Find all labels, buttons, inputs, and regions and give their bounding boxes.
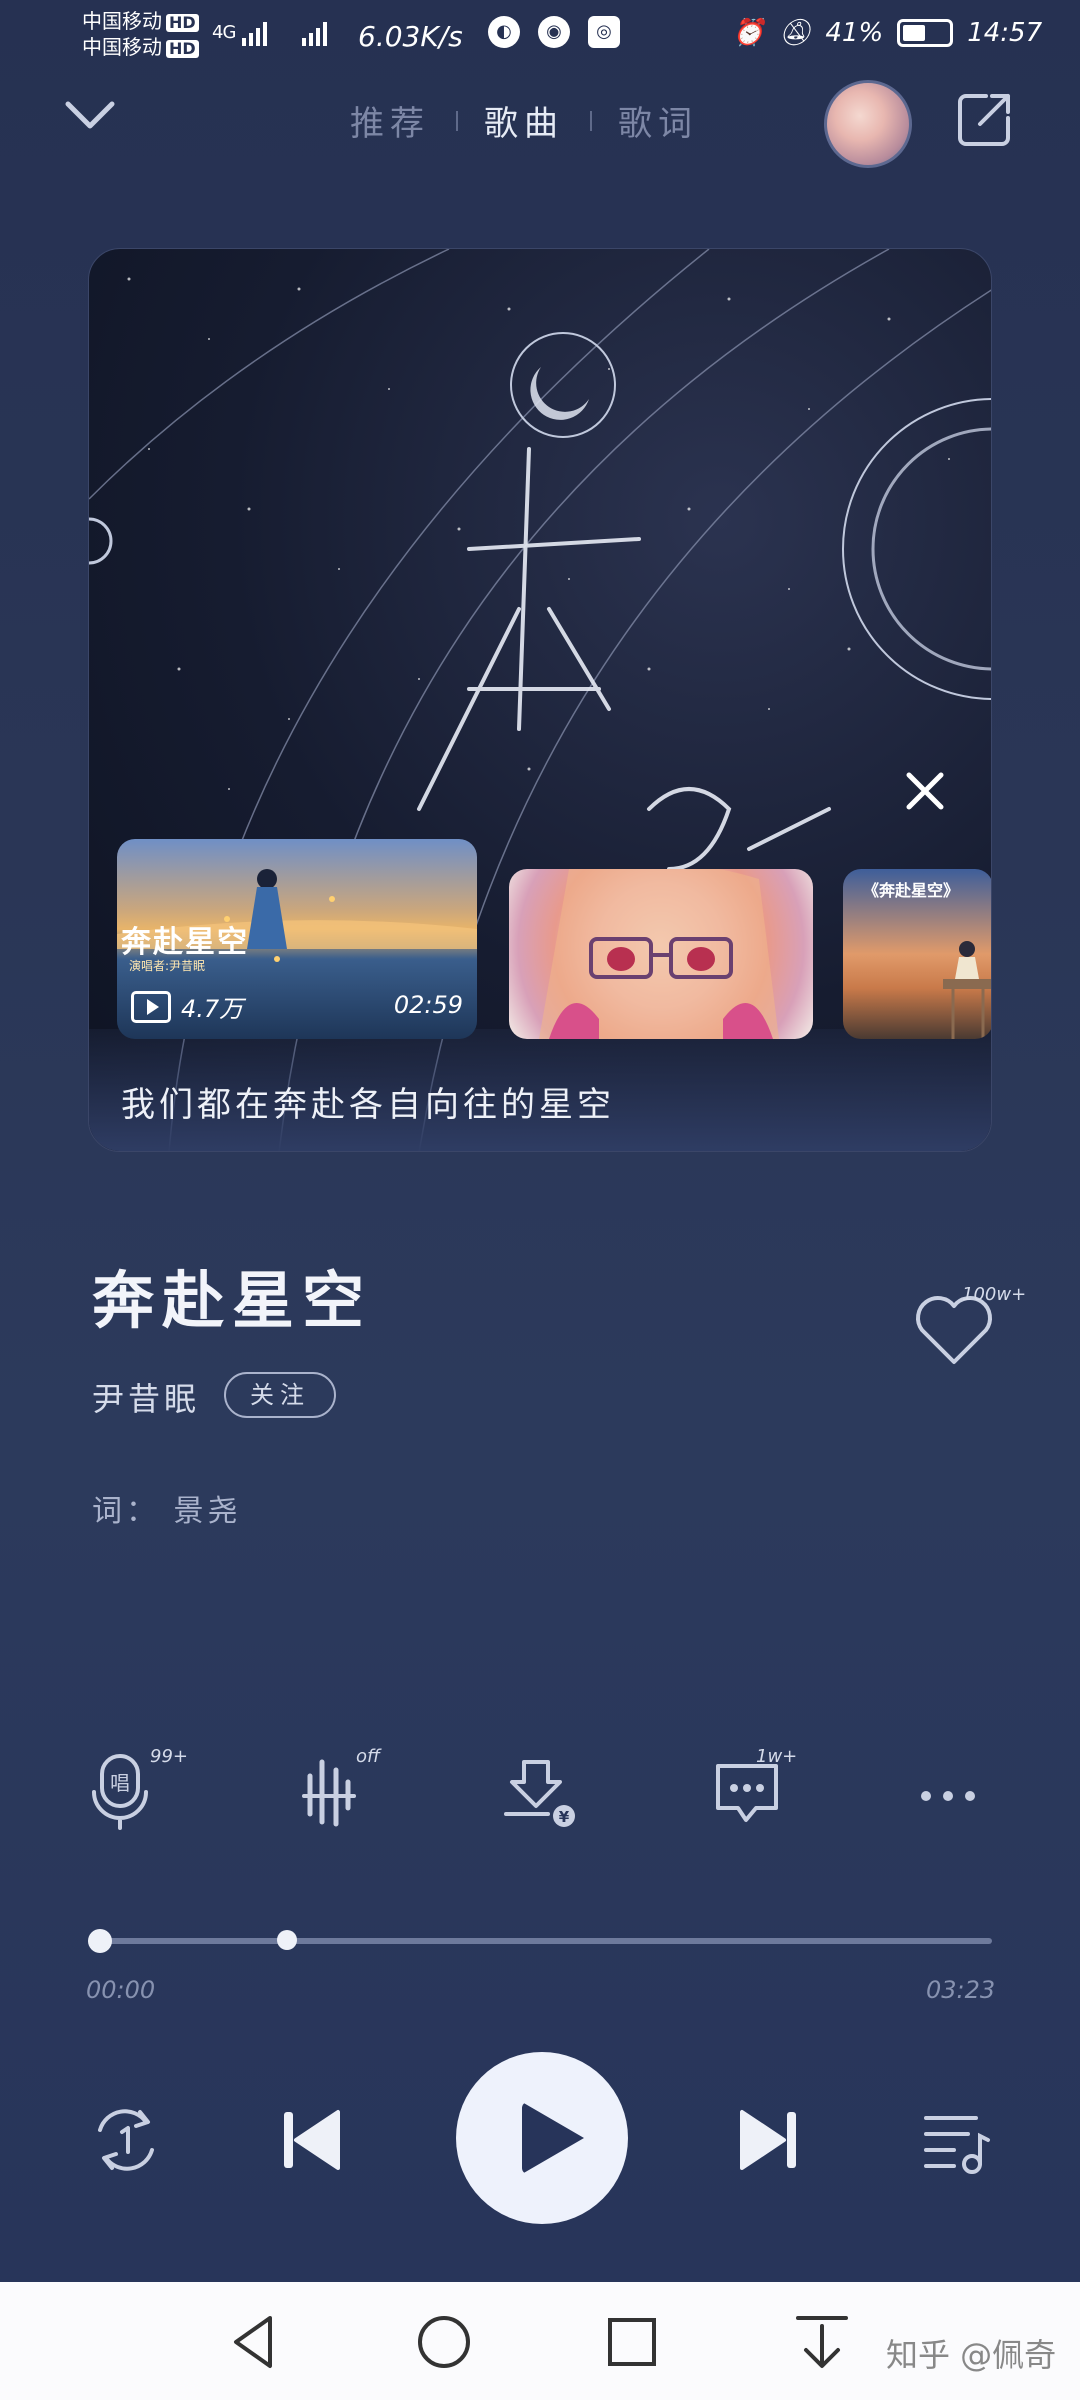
network-speed: 6.03K/s	[358, 20, 463, 53]
more-dots-icon	[921, 1791, 975, 1801]
video-duration: 02:59	[393, 991, 463, 1019]
comment-badge: 1w+	[756, 1746, 798, 1767]
avatar[interactable]	[824, 80, 912, 168]
tab-lyrics[interactable]: 歌词	[618, 96, 698, 145]
recents-nav-icon[interactable]	[600, 2310, 664, 2374]
tab-divider	[590, 110, 592, 131]
notification-pull-down-icon[interactable]	[790, 2310, 854, 2374]
sing-badge: 99+	[150, 1746, 188, 1767]
repeat-one-icon[interactable]	[86, 2100, 166, 2180]
system-status: ⏰ 🔕︎ 41% 14:57	[732, 18, 1042, 48]
card-caption: 我们都在奔赴各自向往的星空	[121, 1085, 615, 1125]
video-3-artwork	[943, 941, 991, 1039]
notification-icons: ◐ ◉ ◎	[488, 16, 620, 48]
browser-icon: ◎	[588, 16, 620, 48]
svg-text:¥: ¥	[559, 1808, 570, 1826]
current-time: 00:00	[86, 1976, 156, 2004]
app-notify-icon: ◐	[488, 16, 520, 48]
video-thumbnail[interactable]: 奔赴星空 演唱者:尹昔眠 4.7万 02:59	[117, 839, 477, 1039]
signal-bars-icon	[242, 22, 328, 46]
hd-badge-2: HD	[166, 40, 199, 58]
more-button[interactable]	[910, 1752, 1000, 1842]
playlist-icon[interactable]	[916, 2100, 996, 2180]
progress-thumb[interactable]	[88, 1929, 112, 1953]
effect-badge: off	[356, 1746, 381, 1767]
battery-percent: 41%	[825, 18, 884, 48]
svg-text:唱: 唱	[110, 1771, 130, 1795]
progress-track[interactable]	[88, 1938, 992, 1944]
signal-indicator: 4G	[212, 18, 360, 48]
chevron-down-icon[interactable]	[62, 96, 118, 136]
hd-badge-1: HD	[166, 14, 199, 32]
mute-icon: 🔕︎	[778, 18, 812, 48]
carrier-2: 中国移动	[82, 35, 162, 59]
tab-recommend[interactable]: 推荐	[350, 96, 430, 145]
play-count: 4.7万	[181, 995, 244, 1023]
download-button[interactable]: ¥	[502, 1752, 592, 1842]
video-thumbnail[interactable]	[509, 869, 813, 1039]
watermark: 知乎 @佩奇	[886, 2336, 1057, 2374]
close-icon[interactable]	[901, 767, 949, 815]
share-external-icon[interactable]	[956, 92, 1012, 148]
back-nav-icon[interactable]	[224, 2310, 288, 2374]
sing-karaoke-button[interactable]: 唱 99+	[88, 1746, 188, 1842]
tab-divider	[456, 110, 458, 131]
video-play-count: 4.7万	[131, 989, 243, 1024]
artist-name[interactable]: 尹昔眠	[92, 1374, 200, 1420]
home-nav-icon[interactable]	[412, 2310, 476, 2374]
status-bar: 中国移动 HD 中国移动 HD 4G 6.03K/s ◐ ◉ ◎ ⏰ 🔕︎ 41% …	[0, 0, 1080, 70]
network-type: 4G	[212, 22, 236, 43]
video-title: 奔赴星空	[121, 925, 249, 960]
follow-button[interactable]: 关注	[224, 1372, 336, 1418]
video-thumbnail[interactable]: 《奔赴星空》	[843, 869, 991, 1039]
tab-song[interactable]: 歌曲	[484, 96, 564, 145]
wechat-icon: ◉	[538, 16, 570, 48]
sound-effect-button[interactable]: off	[296, 1746, 386, 1842]
buffer-marker	[276, 1930, 297, 1950]
anime-girl-artwork	[539, 869, 779, 1039]
like-count: 100w+	[962, 1284, 1027, 1305]
comment-button[interactable]: 1w+	[710, 1746, 800, 1842]
play-count-icon	[131, 990, 171, 1023]
alarm-icon: ⏰	[732, 18, 765, 48]
microphone-icon: 唱	[92, 1754, 148, 1830]
battery-icon	[897, 19, 954, 47]
cover-card[interactable]: 奔赴星空 演唱者:尹昔眠 4.7万 02:59 《奔赴星空》 我们都在奔赴各自向…	[88, 248, 992, 1152]
top-tabs: 推荐 歌曲 歌词	[350, 96, 698, 145]
total-time: 03:23	[926, 1976, 996, 2004]
download-paid-icon: ¥	[504, 1760, 575, 1827]
video-subtitle: 演唱者:尹昔眠	[129, 959, 206, 973]
next-track-icon[interactable]	[728, 2100, 808, 2180]
lyricist-credit: 词： 景尧	[92, 1494, 242, 1529]
carrier-1: 中国移动	[82, 9, 162, 33]
carrier-info: 中国移动 HD 中国移动 HD	[82, 8, 199, 60]
clock: 14:57	[967, 18, 1043, 48]
song-title: 奔赴星空	[92, 1264, 373, 1337]
play-button[interactable]	[456, 2052, 628, 2224]
previous-track-icon[interactable]	[272, 2100, 352, 2180]
